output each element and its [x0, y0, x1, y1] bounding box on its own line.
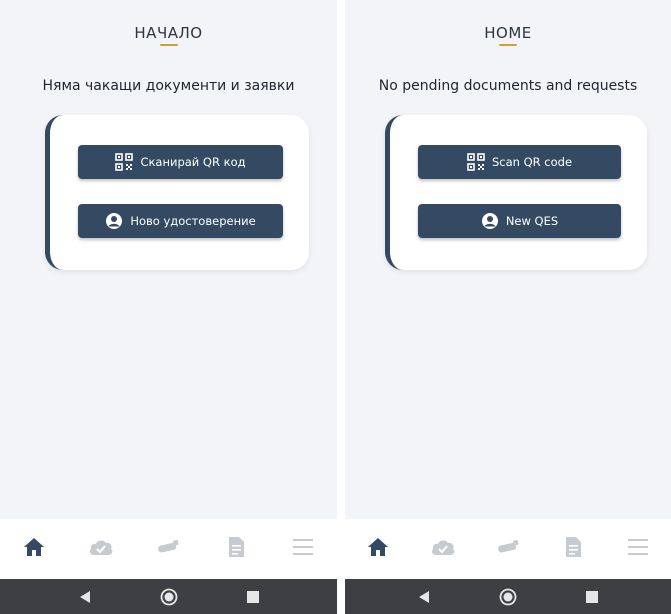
- usb-token-icon: [155, 539, 181, 559]
- system-nav-bar: [345, 579, 671, 614]
- page-title: HOME: [484, 24, 532, 42]
- tab-token[interactable]: [493, 534, 523, 564]
- scan-qr-button[interactable]: Scan QR code: [418, 145, 621, 179]
- home-circle-icon[interactable]: [499, 588, 517, 606]
- bottom-tab-bar: [345, 519, 671, 579]
- tab-cloud[interactable]: [86, 534, 116, 564]
- scan-qr-button[interactable]: Сканирай QR код: [78, 145, 283, 179]
- tab-home[interactable]: [19, 534, 49, 564]
- empty-state-message: No pending documents and requests: [378, 78, 638, 94]
- home-circle-icon[interactable]: [160, 588, 178, 606]
- recents-icon[interactable]: [246, 590, 260, 604]
- user-circle-icon: [481, 212, 499, 230]
- recents-icon[interactable]: [585, 590, 599, 604]
- tab-menu[interactable]: [623, 534, 653, 564]
- phone-screen-english: HOME No pending documents and requests S…: [345, 0, 671, 614]
- title-underline: [159, 44, 178, 46]
- phone-screen-bulgarian: НАЧАЛО Няма чакащи документи и заявки Ск…: [0, 0, 337, 614]
- cloud-check-icon: [430, 538, 456, 560]
- qr-code-icon: [467, 153, 485, 171]
- usb-token-icon: [495, 539, 521, 559]
- title-underline: [499, 44, 517, 46]
- document-icon: [227, 536, 245, 562]
- page-title: НАЧАЛО: [134, 24, 203, 42]
- back-icon[interactable]: [78, 590, 92, 604]
- tab-cloud[interactable]: [428, 534, 458, 564]
- tab-documents[interactable]: [558, 534, 588, 564]
- tab-home[interactable]: [363, 534, 393, 564]
- screenshot-divider: [337, 0, 345, 614]
- system-nav-bar: [0, 579, 337, 614]
- actions-card: Scan QR code New QES: [385, 115, 647, 270]
- app-header: HOME: [345, 0, 671, 60]
- home-icon: [23, 537, 45, 561]
- menu-icon: [628, 538, 649, 560]
- user-circle-icon: [105, 212, 123, 230]
- home-icon: [367, 537, 389, 561]
- bottom-tab-bar: [0, 519, 337, 579]
- scan-qr-label: Сканирай QR код: [140, 155, 246, 169]
- new-qes-label: New QES: [505, 214, 559, 228]
- scan-qr-label: Scan QR code: [491, 155, 573, 169]
- new-certificate-label: Ново удостоверение: [130, 214, 256, 228]
- back-icon[interactable]: [417, 590, 431, 604]
- app-header: НАЧАЛО: [0, 0, 337, 60]
- qr-code-icon: [115, 153, 134, 171]
- tab-menu[interactable]: [288, 534, 318, 564]
- tab-documents[interactable]: [221, 534, 251, 564]
- cloud-check-icon: [88, 538, 114, 560]
- empty-state-message: Няма чакащи документи и заявки: [42, 78, 295, 94]
- actions-card: Сканирай QR код Ново удостоверение: [45, 115, 309, 270]
- document-icon: [564, 536, 582, 562]
- tab-token[interactable]: [153, 534, 183, 564]
- new-certificate-button[interactable]: Ново удостоверение: [78, 204, 283, 238]
- new-qes-button[interactable]: New QES: [418, 204, 621, 238]
- menu-icon: [293, 538, 314, 560]
